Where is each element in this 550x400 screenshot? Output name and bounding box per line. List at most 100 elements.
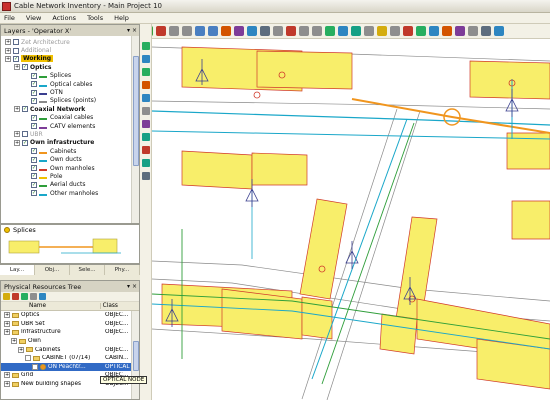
layer-checkbox[interactable]: ✓: [31, 89, 37, 96]
layer-checkbox[interactable]: ✓: [31, 114, 37, 121]
measure-icon[interactable]: [260, 26, 270, 36]
expand-toggle-icon[interactable]: +: [5, 47, 11, 54]
grid-icon[interactable]: [364, 26, 374, 36]
search-icon[interactable]: [390, 26, 400, 36]
layers-scrollbar[interactable]: [131, 36, 139, 223]
expand-toggle-icon[interactable]: [25, 355, 31, 362]
expand-toggle-icon[interactable]: +: [4, 320, 10, 327]
split-icon[interactable]: [142, 120, 150, 128]
pointer-icon[interactable]: [142, 42, 150, 50]
layer-item[interactable]: ✓ Pole: [1, 172, 139, 180]
delete-icon[interactable]: [12, 293, 19, 300]
draw-line-icon[interactable]: [142, 68, 150, 76]
layer-checkbox[interactable]: ✓: [31, 81, 37, 88]
layer-checkbox[interactable]: [13, 39, 19, 46]
zoom-icon[interactable]: [142, 55, 150, 63]
draw-polygon-icon[interactable]: [142, 94, 150, 102]
menu-help[interactable]: Help: [114, 14, 129, 22]
expand-toggle-icon[interactable]: +: [4, 312, 10, 319]
menu-file[interactable]: File: [4, 14, 15, 22]
print-icon[interactable]: [273, 26, 283, 36]
expand-toggle-icon[interactable]: +: [18, 346, 24, 353]
layer-checkbox[interactable]: ✓: [31, 190, 37, 197]
menu-tools[interactable]: Tools: [87, 14, 103, 22]
layer-item[interactable]: + ✓ Working: [1, 55, 139, 63]
layer-item[interactable]: ✓ Other manholes: [1, 189, 139, 197]
resource-row[interactable]: + Cabinets OBJEC...: [1, 345, 139, 354]
ok-icon[interactable]: [416, 26, 426, 36]
tab-layers[interactable]: Lay...: [0, 265, 35, 275]
pan-icon[interactable]: [208, 26, 218, 36]
route-icon[interactable]: [442, 26, 452, 36]
stop-icon[interactable]: [156, 26, 166, 36]
layer-checkbox[interactable]: ✓: [22, 64, 28, 71]
pin-icon[interactable]: ▾: [127, 27, 130, 34]
refresh-icon[interactable]: [39, 293, 46, 300]
menu-view[interactable]: View: [26, 14, 41, 22]
resource-row[interactable]: + UBR Set OBJEC...: [1, 320, 139, 329]
scroll-thumb[interactable]: [133, 341, 139, 371]
alert-icon[interactable]: [403, 26, 413, 36]
layer-item[interactable]: ✓ Aerial ducts: [1, 181, 139, 189]
resource-row[interactable]: ON Peachtr...OPTICAL NODE: [1, 362, 139, 372]
snap-icon[interactable]: [142, 159, 150, 167]
layer-item[interactable]: + ✓ Optics: [1, 63, 139, 71]
label-icon[interactable]: [377, 26, 387, 36]
expand-toggle-icon[interactable]: +: [5, 55, 11, 62]
close-icon[interactable]: ×: [132, 27, 137, 34]
layer-item[interactable]: ✓ Splices: [1, 72, 139, 80]
zoom-extent-icon[interactable]: [195, 26, 205, 36]
pin-icon[interactable]: ▾: [127, 283, 130, 290]
forward-icon[interactable]: [234, 26, 244, 36]
scroll-thumb[interactable]: [133, 56, 139, 166]
resource-row[interactable]: + Optics OBJEC...: [1, 311, 139, 320]
layer-item[interactable]: ✓ Own manholes: [1, 164, 139, 172]
layer-checkbox[interactable]: ✓: [31, 165, 37, 172]
resource-row[interactable]: + Own: [1, 337, 139, 346]
layer-icon[interactable]: [351, 26, 361, 36]
resource-row[interactable]: CABINET (07/14) CABIN...: [1, 354, 139, 363]
expand-toggle-icon[interactable]: +: [4, 372, 10, 379]
edit-icon[interactable]: [338, 26, 348, 36]
resources-scrollbar[interactable]: [131, 311, 139, 399]
layer-checkbox[interactable]: ✓: [31, 97, 37, 104]
copy-icon[interactable]: [299, 26, 309, 36]
layer-item[interactable]: + Zet Architecture: [1, 38, 139, 46]
expand-toggle-icon[interactable]: +: [14, 139, 20, 146]
menu-actions[interactable]: Actions: [52, 14, 76, 22]
help-icon[interactable]: [494, 26, 504, 36]
info-icon[interactable]: [429, 26, 439, 36]
map-canvas[interactable]: [152, 39, 550, 400]
measure-area-icon[interactable]: [142, 172, 150, 180]
layer-checkbox[interactable]: [22, 131, 28, 138]
layer-item[interactable]: ✓ CATV elements: [1, 122, 139, 130]
layer-item[interactable]: ✓ Splices (points): [1, 97, 139, 105]
expand-toggle-icon[interactable]: [32, 363, 38, 370]
add-icon[interactable]: [21, 293, 28, 300]
layer-checkbox[interactable]: ✓: [31, 72, 37, 79]
layer-checkbox[interactable]: ✓: [13, 55, 19, 62]
expand-toggle-icon[interactable]: +: [11, 338, 17, 345]
tab-selection[interactable]: Sele...: [70, 265, 105, 275]
expand-toggle-icon[interactable]: +: [14, 106, 20, 113]
export-icon[interactable]: [468, 26, 478, 36]
delete-icon[interactable]: [286, 26, 296, 36]
zoom-out-icon[interactable]: [182, 26, 192, 36]
column-name[interactable]: Name: [1, 303, 100, 309]
column-class[interactable]: Class: [99, 303, 139, 309]
expand-toggle-icon[interactable]: +: [14, 64, 20, 71]
expand-toggle-icon[interactable]: +: [14, 131, 20, 138]
add-icon[interactable]: [325, 26, 335, 36]
new-icon[interactable]: [3, 293, 10, 300]
properties-icon[interactable]: [30, 293, 37, 300]
layer-item[interactable]: + ✓ Coaxial Network: [1, 105, 139, 113]
expand-toggle-icon[interactable]: +: [4, 329, 10, 336]
layer-checkbox[interactable]: ✓: [31, 181, 37, 188]
back-icon[interactable]: [221, 26, 231, 36]
tab-objects[interactable]: Obj...: [35, 265, 70, 275]
layer-checkbox[interactable]: ✓: [31, 156, 37, 163]
layer-item[interactable]: ✓ OTN: [1, 88, 139, 96]
layer-item[interactable]: + ✓ Own infrastructure: [1, 139, 139, 147]
layer-item[interactable]: ✓ Cabinets: [1, 147, 139, 155]
layer-checkbox[interactable]: ✓: [31, 123, 37, 130]
